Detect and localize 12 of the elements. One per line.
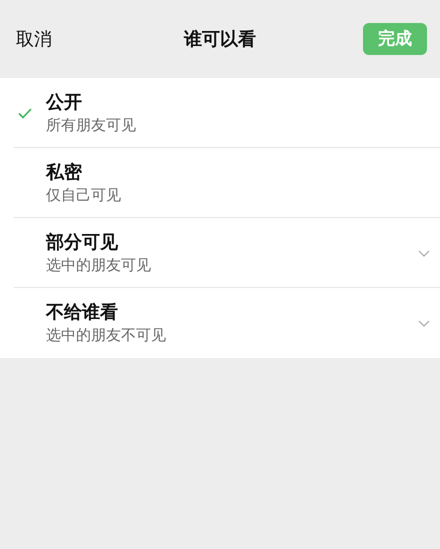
option-title: 不给谁看	[46, 301, 119, 324]
chevron-down-icon	[418, 250, 430, 256]
option-subtitle: 所有朋友可见	[46, 116, 137, 136]
cancel-button[interactable]: 取消	[16, 26, 52, 52]
option-title: 公开	[46, 91, 83, 114]
option-title: 部分可见	[46, 231, 119, 254]
option-title: 私密	[46, 161, 83, 184]
option-subtitle: 选中的朋友不可见	[46, 326, 167, 346]
option-subtitle: 仅自己可见	[46, 186, 122, 206]
page-title: 谁可以看	[184, 28, 256, 50]
chevron-down-icon	[418, 320, 430, 326]
option-subtitle: 选中的朋友可见	[46, 256, 152, 276]
